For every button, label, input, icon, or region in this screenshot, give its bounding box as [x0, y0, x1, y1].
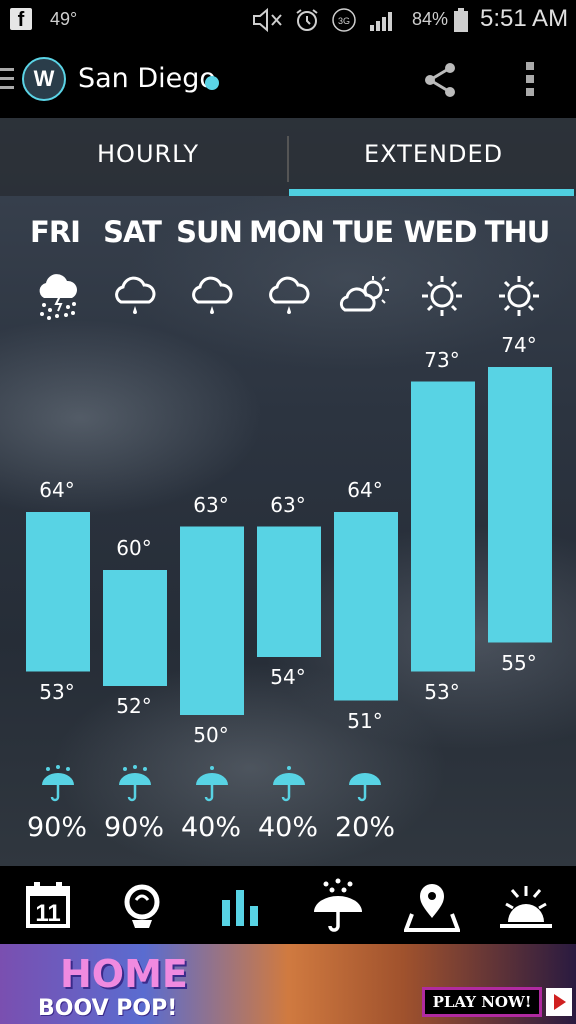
high-temp-label: 73°: [424, 347, 460, 372]
ad-title: HOME: [60, 952, 188, 996]
temperature-range-bar: [257, 526, 321, 657]
ad-play-now-button[interactable]: PLAY NOW!: [422, 987, 542, 1017]
umbrella-rain-icon[interactable]: [310, 878, 366, 934]
temperature-range-bar: [26, 512, 90, 672]
low-temp-label: 51°: [347, 708, 383, 733]
temperature-range-bar: [411, 381, 475, 672]
temperature-range-chart: [26, 367, 552, 715]
map-pin-icon[interactable]: [404, 878, 460, 934]
temperature-range-bar: [180, 526, 244, 715]
svg-text:11: 11: [35, 900, 60, 927]
temperature-range-bar: [488, 367, 552, 643]
high-temp-label: 74°: [501, 333, 537, 357]
umbrella-icon: [349, 773, 381, 802]
sunrise-icon[interactable]: [498, 878, 554, 934]
high-temp-label: 63°: [270, 492, 306, 517]
low-temp-label: 50°: [193, 723, 229, 747]
umbrella-rain-icon: [196, 766, 228, 802]
radar-globe-icon[interactable]: [114, 878, 170, 934]
high-temp-label: 64°: [39, 478, 75, 502]
umbrella-rain-icon: [42, 765, 74, 802]
precip-chance: 90%: [26, 812, 87, 843]
low-temp-label: 53°: [424, 679, 460, 704]
high-temp-label: 64°: [347, 478, 383, 502]
ad-subtitle: BOOV POP!: [38, 996, 178, 1021]
low-temp-label: 55°: [501, 650, 537, 675]
ad-arrow-icon[interactable]: [546, 988, 572, 1016]
umbrella-rain-icon: [119, 765, 151, 802]
precip-chance: 40%: [180, 812, 241, 843]
umbrella-rain-icon: [273, 766, 305, 802]
precip-chance: 90%: [103, 812, 164, 843]
bottom-navigation: [0, 866, 576, 944]
low-temp-label: 52°: [116, 694, 152, 718]
temperature-range-bar: [103, 570, 167, 686]
bar-chart-icon[interactable]: [212, 878, 268, 934]
high-temp-label: 63°: [193, 492, 229, 517]
high-temp-label: 60°: [116, 536, 152, 560]
low-temp-label: 53°: [39, 679, 75, 704]
calendar-icon[interactable]: 11: [20, 878, 76, 934]
precip-chance: 40%: [257, 812, 318, 843]
precip-chance: 20%: [334, 812, 395, 843]
temperature-range-bar: [334, 512, 398, 701]
low-temp-label: 54°: [270, 665, 306, 689]
